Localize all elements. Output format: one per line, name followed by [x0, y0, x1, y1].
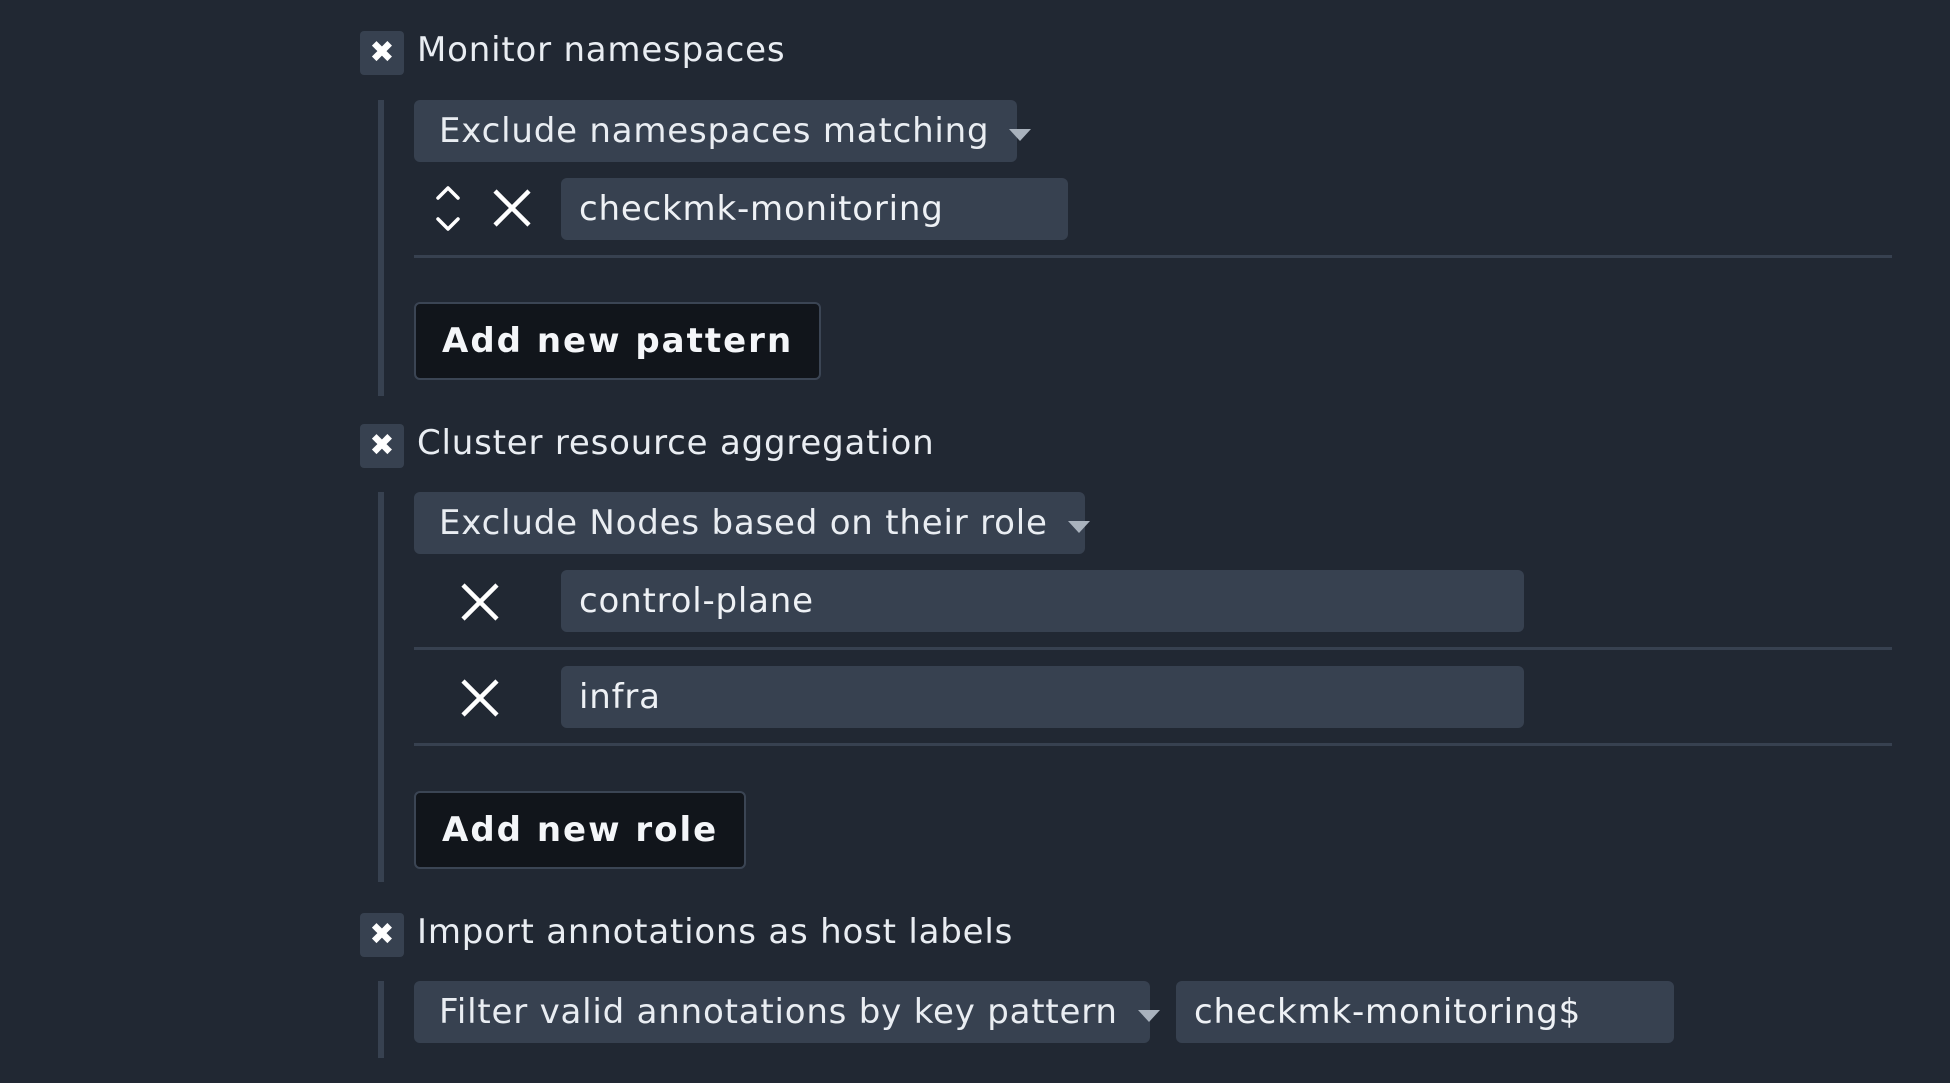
monitor-namespaces-checkbox[interactable]: ✖ [360, 31, 404, 75]
check-x-icon: ✖ [369, 428, 395, 463]
node-role-mode-dropdown[interactable]: Exclude Nodes based on their role [414, 492, 1090, 554]
cluster-aggregation-checkbox[interactable]: ✖ [360, 424, 404, 468]
section-indent-line [378, 100, 384, 396]
monitor-namespaces-title: Monitor namespaces [417, 30, 786, 70]
namespace-mode-dropdown[interactable]: Exclude namespaces matching [414, 100, 1032, 162]
namespace-pattern-input[interactable]: checkmk-monitoring [561, 178, 1068, 240]
row-divider [414, 255, 1892, 258]
import-annotations-title: Import annotations as host labels [417, 912, 1014, 952]
row-divider [414, 743, 1892, 746]
add-new-pattern-button[interactable]: Add new pattern [414, 302, 822, 380]
close-icon [461, 679, 499, 717]
remove-pattern-button[interactable] [490, 184, 534, 232]
caret-down-icon [1067, 521, 1090, 533]
role-input[interactable]: infra [561, 666, 1524, 728]
remove-role-button[interactable] [458, 578, 502, 626]
close-icon [461, 583, 499, 621]
row-divider [414, 647, 1892, 650]
caret-down-icon [1009, 129, 1032, 141]
annotation-key-pattern-input[interactable]: checkmk-monitoring$ [1176, 981, 1674, 1043]
dropdown-label: Exclude Nodes based on their role [439, 503, 1048, 543]
section-indent-line [378, 492, 384, 882]
section-indent-line [378, 981, 384, 1058]
reorder-arrows-icon [436, 186, 460, 231]
check-x-icon: ✖ [369, 917, 395, 952]
caret-down-icon [1137, 1010, 1160, 1022]
dropdown-label: Exclude namespaces matching [439, 111, 990, 151]
reorder-handle[interactable] [428, 180, 468, 236]
remove-role-button[interactable] [458, 674, 502, 722]
role-input[interactable]: control-plane [561, 570, 1524, 632]
check-x-icon: ✖ [369, 35, 395, 70]
rule-settings-panel: ✖ Monitor namespaces Exclude namespaces … [0, 0, 1950, 1083]
cluster-aggregation-title: Cluster resource aggregation [417, 423, 935, 463]
import-annotations-checkbox[interactable]: ✖ [360, 913, 404, 957]
dropdown-label: Filter valid annotations by key pattern [439, 992, 1118, 1032]
add-new-role-button[interactable]: Add new role [414, 791, 747, 869]
close-icon [493, 189, 531, 227]
annotation-filter-dropdown[interactable]: Filter valid annotations by key pattern [414, 981, 1160, 1043]
